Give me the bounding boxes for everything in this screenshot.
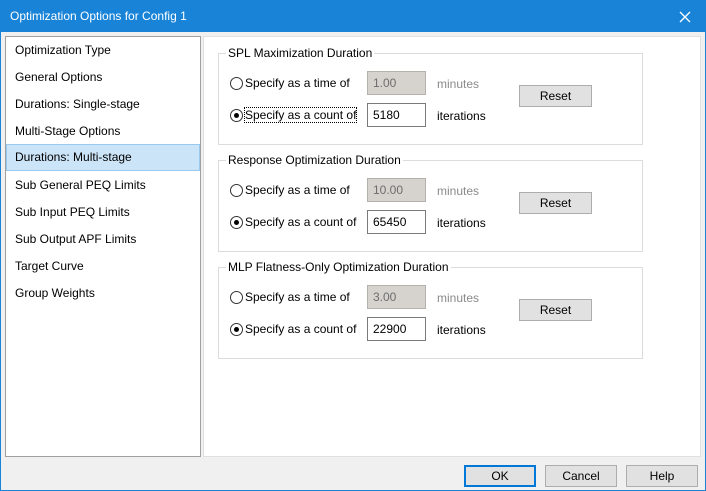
count-unit-label: iterations: [437, 323, 486, 337]
spl-maximization-duration-group: SPL Maximization Duration Specify as a t…: [218, 46, 643, 145]
options-category-list[interactable]: Optimization Type General Options Durati…: [5, 36, 201, 457]
nav-item-group-weights[interactable]: Group Weights: [6, 280, 200, 307]
time-radio-label: Specify as a time of: [245, 76, 350, 90]
nav-item-sub-output-apf-limits[interactable]: Sub Output APF Limits: [6, 226, 200, 253]
nav-item-target-curve[interactable]: Target Curve: [6, 253, 200, 280]
window-title: Optimization Options for Config 1: [10, 9, 187, 23]
count-radio-label: Specify as a count of: [243, 107, 358, 123]
nav-item-optimization-type[interactable]: Optimization Type: [6, 37, 200, 64]
nav-item-general-options[interactable]: General Options: [6, 64, 200, 91]
count-input[interactable]: [367, 103, 426, 127]
group-title: SPL Maximization Duration: [226, 46, 375, 60]
close-button[interactable]: [665, 1, 705, 32]
time-option[interactable]: Specify as a time of: [230, 182, 350, 198]
time-unit-label: minutes: [437, 184, 480, 198]
group-title: Response Optimization Duration: [226, 153, 403, 167]
count-unit-label: iterations: [437, 216, 486, 230]
time-unit-label: minutes: [437, 291, 480, 305]
time-radio[interactable]: [230, 290, 243, 304]
dialog-window: Optimization Options for Config 1 Optimi…: [0, 0, 706, 491]
title-bar[interactable]: Optimization Options for Config 1: [1, 1, 705, 32]
count-option[interactable]: Specify as a count of: [230, 214, 356, 230]
time-radio[interactable]: [230, 76, 243, 90]
time-unit-label: minutes: [437, 77, 480, 91]
group-title: MLP Flatness-Only Optimization Duration: [226, 260, 451, 274]
count-radio-label: Specify as a count of: [245, 215, 357, 229]
time-radio-label: Specify as a time of: [245, 183, 350, 197]
help-button[interactable]: Help: [626, 465, 698, 487]
mlp-flatness-only-duration-group: MLP Flatness-Only Optimization Duration …: [218, 260, 643, 359]
nav-item-multi-stage-options[interactable]: Multi-Stage Options: [6, 118, 200, 145]
time-radio-label: Specify as a time of: [245, 290, 350, 304]
nav-item-sub-input-peq-limits[interactable]: Sub Input PEQ Limits: [6, 199, 200, 226]
time-option[interactable]: Specify as a time of: [230, 289, 350, 305]
time-input[interactable]: [367, 285, 426, 309]
nav-item-sub-general-peq-limits[interactable]: Sub General PEQ Limits: [6, 172, 200, 199]
nav-item-durations-single-stage[interactable]: Durations: Single-stage: [6, 91, 200, 118]
count-option[interactable]: Specify as a count of: [230, 321, 356, 337]
time-radio[interactable]: [230, 183, 243, 197]
time-input[interactable]: [367, 71, 426, 95]
count-radio[interactable]: [230, 108, 243, 122]
count-input[interactable]: [367, 210, 426, 234]
options-panel: SPL Maximization Duration Specify as a t…: [203, 36, 701, 457]
response-optimization-duration-group: Response Optimization Duration Specify a…: [218, 153, 643, 252]
time-option[interactable]: Specify as a time of: [230, 75, 350, 91]
close-icon: [679, 11, 691, 22]
count-radio[interactable]: [230, 215, 243, 229]
reset-button[interactable]: Reset: [519, 85, 592, 107]
count-unit-label: iterations: [437, 109, 486, 123]
ok-button[interactable]: OK: [464, 465, 536, 487]
reset-button[interactable]: Reset: [519, 299, 592, 321]
count-option[interactable]: Specify as a count of: [230, 107, 358, 123]
time-input[interactable]: [367, 178, 426, 202]
nav-item-durations-multi-stage[interactable]: Durations: Multi-stage: [6, 144, 200, 171]
cancel-button[interactable]: Cancel: [545, 465, 617, 487]
count-radio[interactable]: [230, 322, 243, 336]
count-input[interactable]: [367, 317, 426, 341]
count-radio-label: Specify as a count of: [245, 322, 357, 336]
reset-button[interactable]: Reset: [519, 192, 592, 214]
